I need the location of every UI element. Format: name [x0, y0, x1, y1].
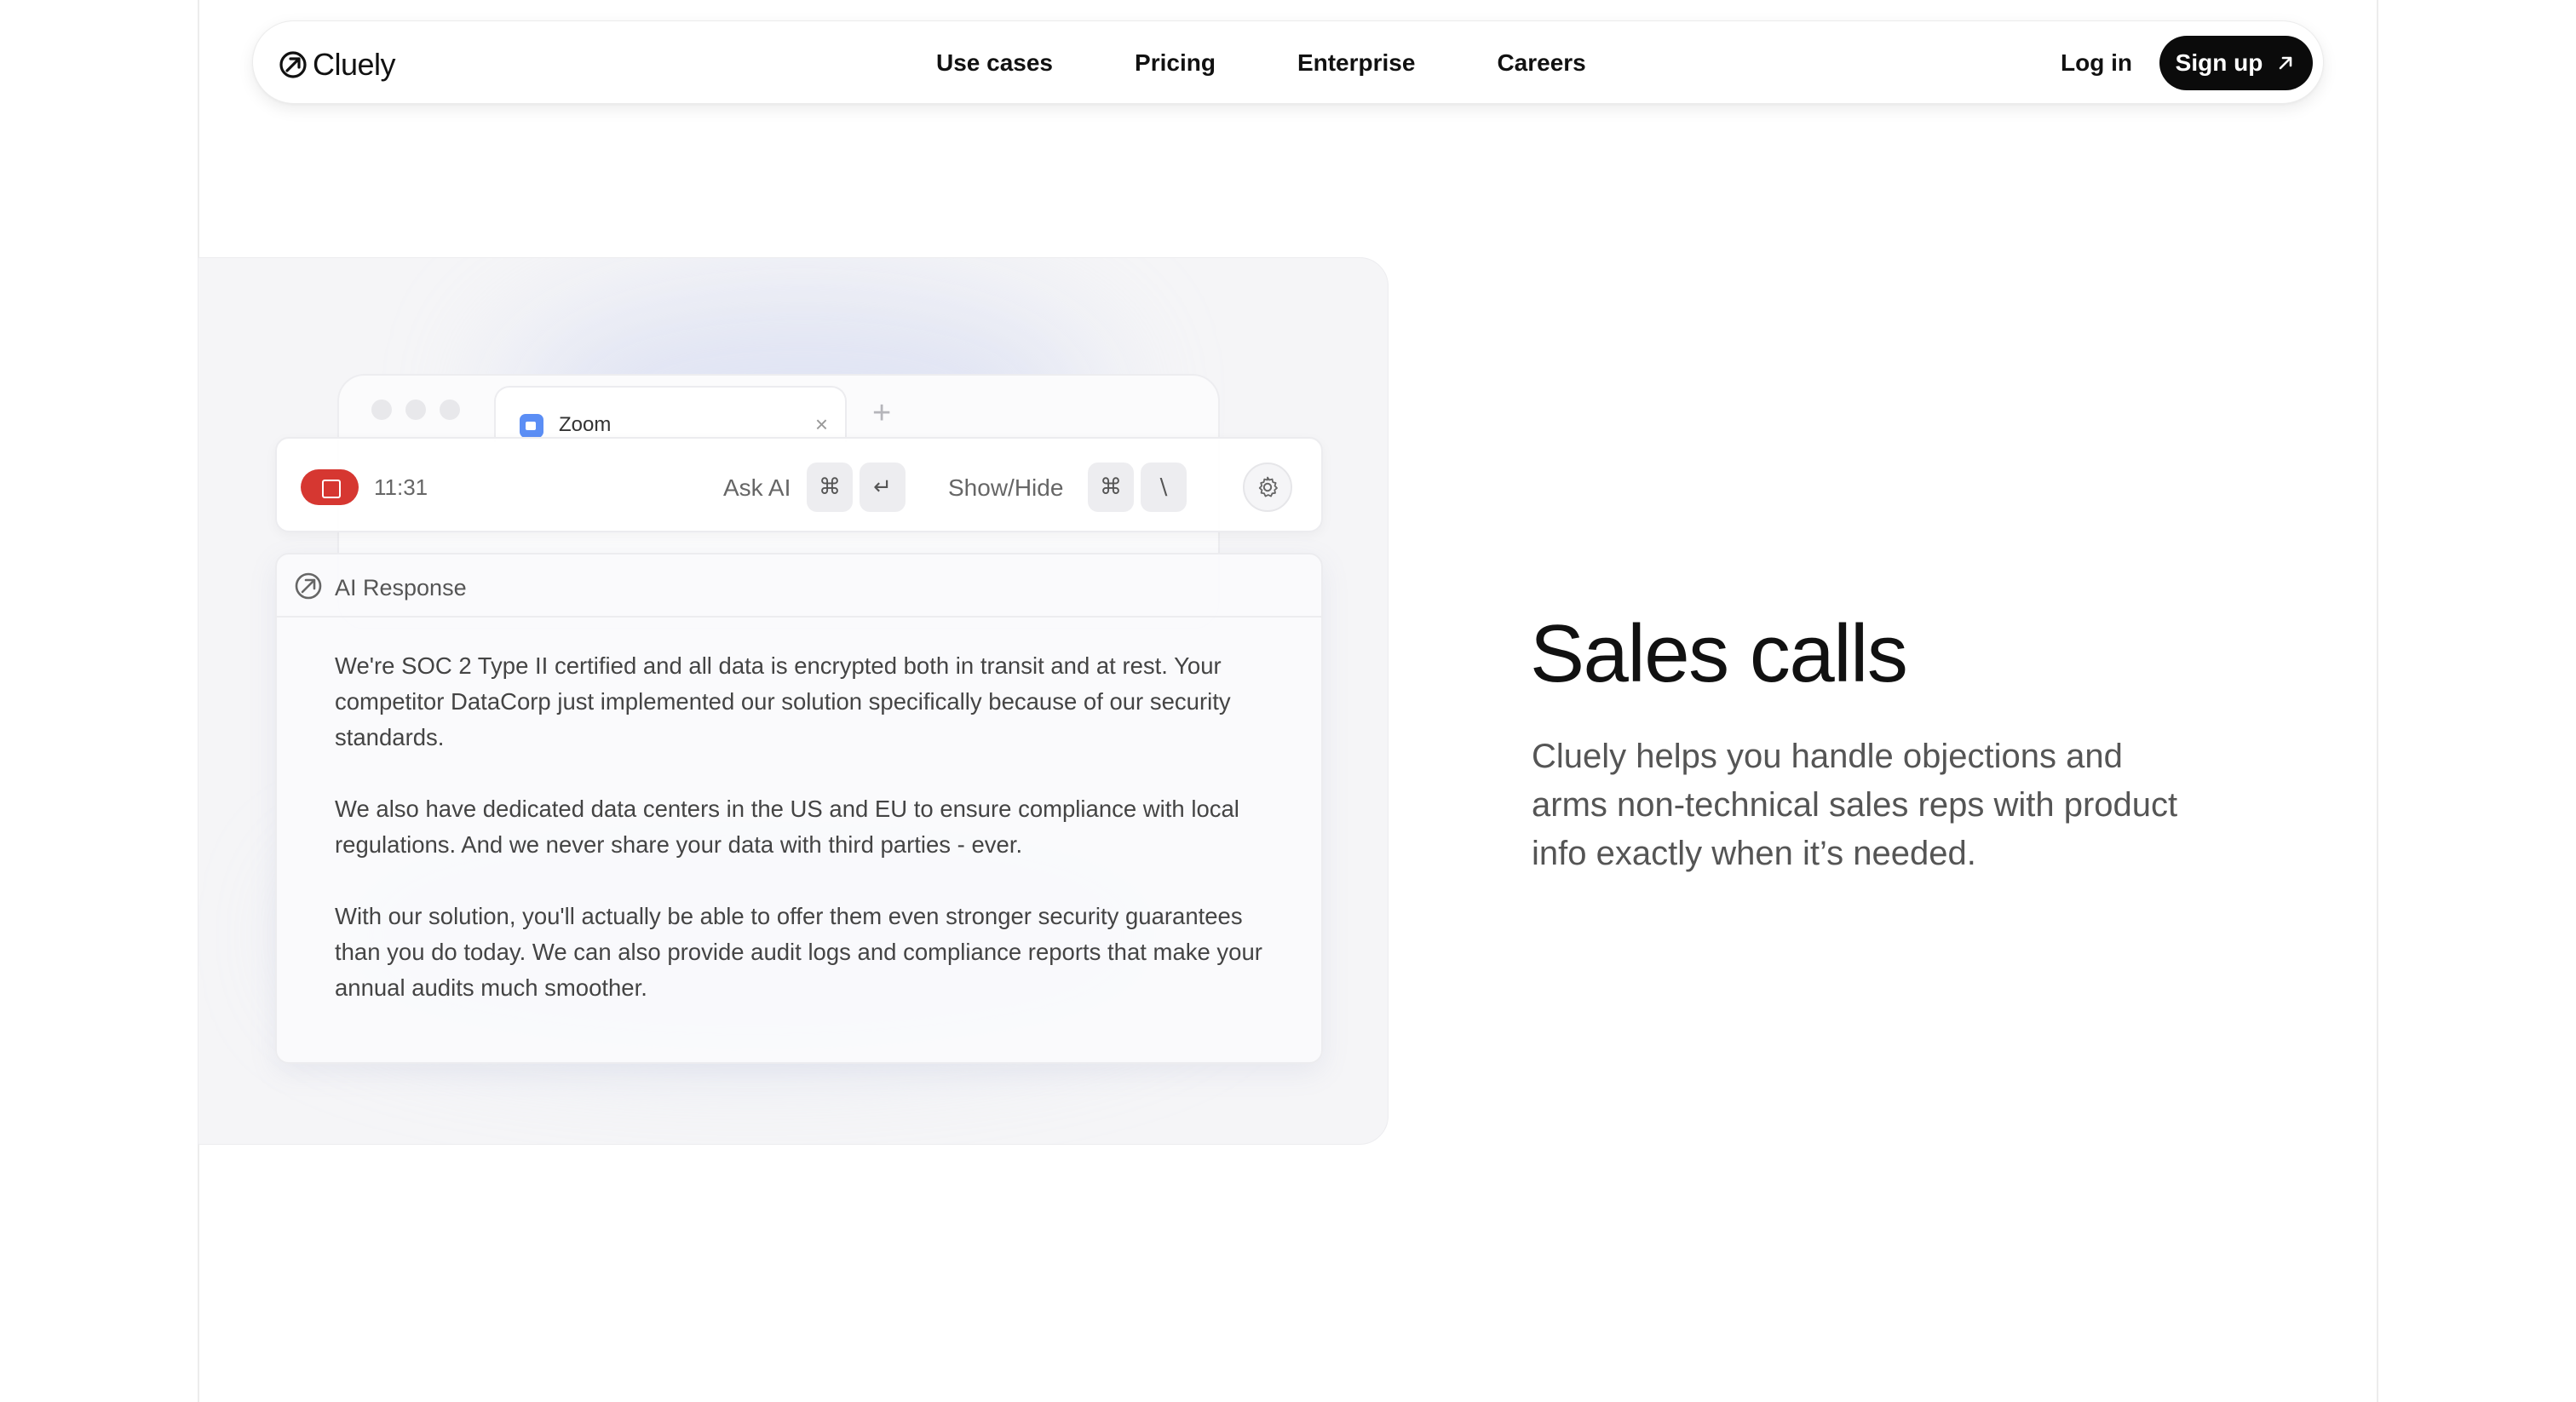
page-right-rule: [2377, 0, 2378, 1402]
nav-link-careers[interactable]: Careers: [1497, 49, 1585, 77]
browser-tab-zoom[interactable]: Zoom ×: [494, 386, 847, 442]
return-key-icon: ↵: [860, 463, 906, 512]
ai-response-body: We're SOC 2 Type II certified and all da…: [335, 648, 1272, 1042]
feature-description: Cluely helps you handle objections and a…: [1532, 738, 2178, 872]
response-paragraph: We also have dedicated data centers in t…: [335, 796, 1239, 858]
command-key-icon: ⌘: [807, 463, 853, 512]
nav-link-pricing[interactable]: Pricing: [1135, 49, 1216, 77]
logo[interactable]: Cluely: [279, 47, 396, 83]
settings-button[interactable]: [1243, 463, 1292, 512]
tab-label: Zoom: [559, 413, 612, 436]
session-timer: 11:31: [374, 474, 428, 500]
top-navbar: Cluely Use cases Pricing Enterprise Care…: [252, 20, 2324, 104]
signup-label: Sign up: [2175, 49, 2263, 76]
response-paragraph: We're SOC 2 Type II certified and all da…: [335, 652, 1231, 750]
nav-link-use-cases[interactable]: Use cases: [936, 49, 1053, 77]
signup-button[interactable]: Sign up: [2159, 36, 2313, 90]
arrow-up-right-icon: [2280, 56, 2292, 70]
ai-response-header: AI Response: [277, 554, 1321, 618]
gear-icon: [1258, 476, 1278, 497]
cluely-overlay-toolbar: 11:31 Ask AI ⌘ ↵ Show/Hide ⌘ \: [275, 437, 1323, 532]
ask-ai-label[interactable]: Ask AI: [723, 474, 791, 502]
backslash-key-icon: \: [1141, 463, 1187, 512]
response-paragraph: With our solution, you'll actually be ab…: [335, 903, 1262, 1001]
stop-recording-button[interactable]: [301, 469, 359, 505]
demo-illustration-card: Zoom × + 11:31 Ask AI ⌘ ↵ Show/Hide ⌘ \ …: [198, 257, 1389, 1145]
show-hide-label[interactable]: Show/Hide: [948, 474, 1063, 502]
window-minimize-dot[interactable]: [405, 399, 426, 420]
window-controls: [371, 399, 460, 420]
feature-title: Sales calls: [1530, 608, 1908, 699]
close-icon[interactable]: ×: [815, 411, 828, 437]
primary-nav: Use cases Pricing Enterprise Careers: [936, 21, 1586, 105]
cluely-logo-icon: [279, 51, 307, 78]
window-maximize-dot[interactable]: [440, 399, 460, 420]
login-link[interactable]: Log in: [2061, 21, 2132, 105]
cluely-logo-icon: [295, 572, 322, 600]
nav-link-enterprise[interactable]: Enterprise: [1297, 49, 1416, 77]
zoom-app-icon: [520, 414, 543, 438]
logo-text: Cluely: [313, 47, 396, 82]
command-key-icon: ⌘: [1088, 463, 1134, 512]
new-tab-plus-icon[interactable]: +: [872, 396, 891, 430]
ai-response-panel: AI Response We're SOC 2 Type II certifie…: [275, 553, 1323, 1064]
ai-response-title: AI Response: [335, 575, 467, 600]
window-close-dot[interactable]: [371, 399, 392, 420]
